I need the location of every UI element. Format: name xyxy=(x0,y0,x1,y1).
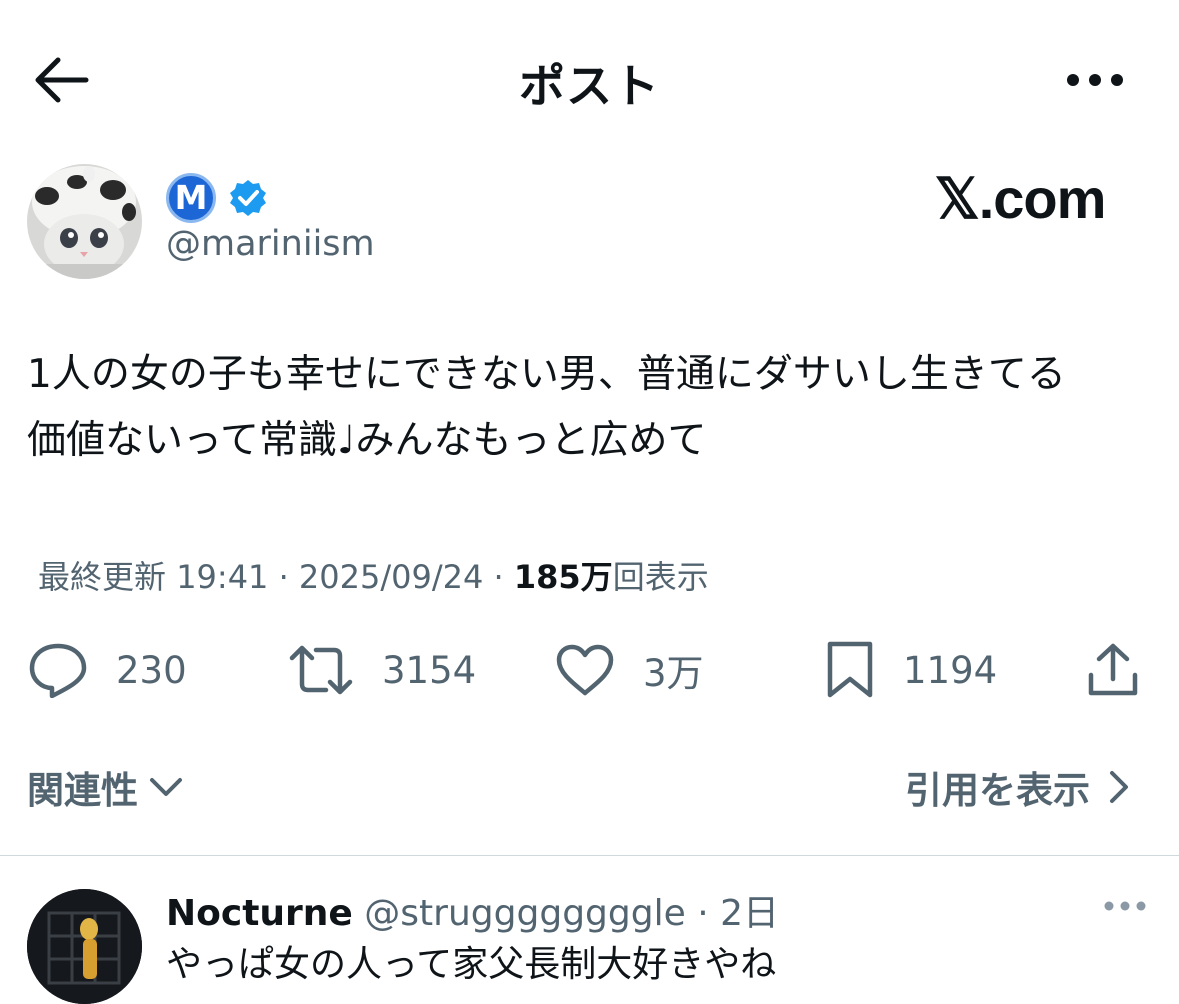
post-time[interactable]: 19:41 xyxy=(176,558,268,596)
repost-count: 3154 xyxy=(382,648,477,692)
reply-text: やっぱ女の人って家父長制大好きやね xyxy=(166,944,777,985)
post-date[interactable]: 2025/09/24 xyxy=(299,558,483,596)
post-meta: 最終更新 19:41 · 2025/09/24 · 185万回表示 xyxy=(38,558,709,596)
divider xyxy=(0,855,1179,856)
profile-badge-icon: M xyxy=(166,173,216,223)
repost-button[interactable]: 3154 xyxy=(288,636,476,704)
post-text-line: 価値ないって常識♩みんなもっと広めて xyxy=(27,418,707,463)
avatar[interactable] xyxy=(27,164,142,279)
updated-label: 最終更新 xyxy=(38,558,167,596)
view-quotes-label: 引用を表示 xyxy=(905,769,1090,812)
page-title: ポスト xyxy=(519,59,660,113)
verified-badge-icon xyxy=(228,178,268,218)
reply-button[interactable]: 230 xyxy=(28,636,187,704)
bookmark-count: 1194 xyxy=(903,648,998,692)
like-button[interactable]: 3万 xyxy=(555,636,704,704)
reply-icon xyxy=(29,643,87,698)
more-options-button[interactable] xyxy=(1064,66,1126,94)
reply-more-button[interactable] xyxy=(1102,896,1148,916)
share-icon xyxy=(1088,643,1138,696)
reply-header: Nocturne @struggggggggle · 2日 xyxy=(166,893,779,934)
reply-avatar[interactable] xyxy=(27,889,142,1004)
share-button[interactable] xyxy=(1086,636,1140,704)
watermark: 𝕏.com xyxy=(934,167,1107,230)
reply-count: 230 xyxy=(116,648,187,692)
reply-age: 2日 xyxy=(720,893,779,934)
author-handle[interactable]: @mariniism xyxy=(166,224,375,264)
heart-icon xyxy=(556,644,614,696)
post-text: 1人の女の子も幸せにできない男、普通にダサいし生きてる 価値ないって常識♩みんな… xyxy=(27,342,1157,474)
chevron-down-icon xyxy=(150,778,182,796)
repost-icon xyxy=(289,645,353,695)
post-text-line: 1人の女の子も幸せにできない男、普通にダサいし生きてる xyxy=(27,352,1066,397)
sort-relevance-dropdown[interactable]: 関連性 xyxy=(27,760,186,814)
bookmark-button[interactable]: 1194 xyxy=(825,636,997,704)
sort-label: 関連性 xyxy=(27,769,138,812)
reply-author-handle[interactable]: @struggggggggle xyxy=(364,893,685,934)
view-count: 185万 xyxy=(513,558,613,596)
more-horizontal-icon xyxy=(1104,901,1146,911)
chevron-right-icon xyxy=(1110,771,1128,803)
view-quotes-link[interactable]: 引用を表示 xyxy=(905,760,1134,814)
more-horizontal-icon xyxy=(1067,74,1123,86)
view-label: 回表示 xyxy=(612,558,709,596)
bookmark-icon xyxy=(827,641,873,698)
like-count: 3万 xyxy=(643,652,704,695)
reply-author-name[interactable]: Nocturne xyxy=(166,893,353,934)
